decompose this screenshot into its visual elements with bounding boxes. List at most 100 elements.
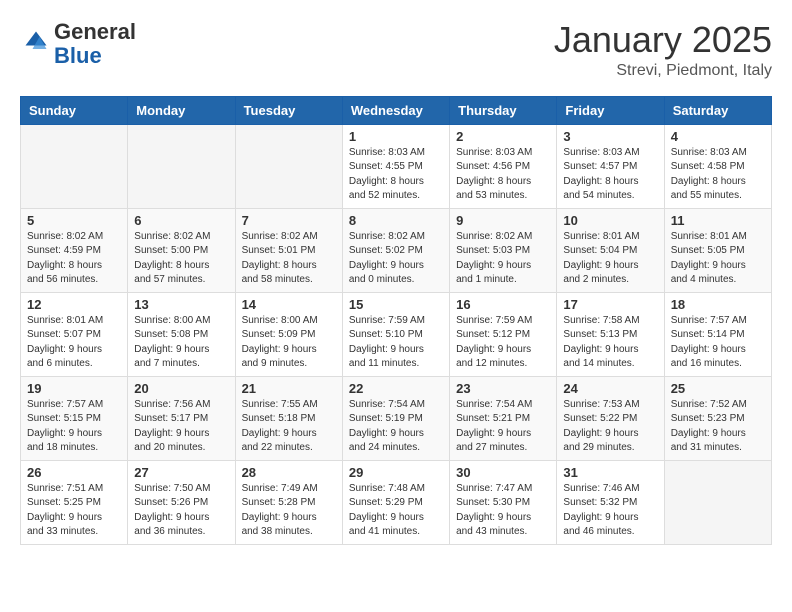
calendar-cell: 24 Sunrise: 7:53 AM Sunset: 5:22 PM Dayli…: [557, 376, 664, 460]
day-number: 15: [349, 297, 443, 312]
weekday-header-sunday: Sunday: [21, 96, 128, 124]
day-number: 1: [349, 129, 443, 144]
day-info: Sunrise: 8:02 AM Sunset: 5:03 PM Dayligh…: [456, 230, 550, 288]
day-info: Sunrise: 8:02 AM Sunset: 5:02 PM Dayligh…: [349, 230, 443, 288]
day-info: Sunrise: 7:58 AM Sunset: 5:13 PM Dayligh…: [563, 314, 657, 372]
calendar-cell: [21, 124, 128, 208]
weekday-header-thursday: Thursday: [450, 96, 557, 124]
calendar-cell: 3 Sunrise: 8:03 AM Sunset: 4:57 PM Daylig…: [557, 124, 664, 208]
day-info: Sunrise: 8:02 AM Sunset: 5:00 PM Dayligh…: [134, 230, 228, 288]
day-info: Sunrise: 7:47 AM Sunset: 5:30 PM Dayligh…: [456, 482, 550, 540]
title-block: January 2025 Strevi, Piedmont, Italy: [554, 20, 772, 80]
day-number: 13: [134, 297, 228, 312]
page-header: General Blue January 2025 Strevi, Piedmo…: [20, 20, 772, 80]
calendar-cell: 6 Sunrise: 8:02 AM Sunset: 5:00 PM Daylig…: [128, 208, 235, 292]
day-info: Sunrise: 7:59 AM Sunset: 5:10 PM Dayligh…: [349, 314, 443, 372]
calendar-cell: 30 Sunrise: 7:47 AM Sunset: 5:30 PM Dayli…: [450, 460, 557, 544]
day-info: Sunrise: 7:46 AM Sunset: 5:32 PM Dayligh…: [563, 482, 657, 540]
logo-blue-text: Blue: [54, 43, 102, 68]
calendar-cell: 31 Sunrise: 7:46 AM Sunset: 5:32 PM Dayli…: [557, 460, 664, 544]
calendar-subtitle: Strevi, Piedmont, Italy: [554, 62, 772, 80]
day-info: Sunrise: 7:50 AM Sunset: 5:26 PM Dayligh…: [134, 482, 228, 540]
calendar-cell: 8 Sunrise: 8:02 AM Sunset: 5:02 PM Daylig…: [342, 208, 449, 292]
day-info: Sunrise: 7:54 AM Sunset: 5:19 PM Dayligh…: [349, 398, 443, 456]
day-number: 16: [456, 297, 550, 312]
weekday-header-tuesday: Tuesday: [235, 96, 342, 124]
calendar-cell: 23Sunrise: 7:54 AM Sunset: 5:21 PM Dayli…: [450, 376, 557, 460]
calendar-cell: 13Sunrise: 8:00 AM Sunset: 5:08 PM Dayli…: [128, 292, 235, 376]
day-info: Sunrise: 7:56 AM Sunset: 5:17 PM Dayligh…: [134, 398, 228, 456]
day-info: Sunrise: 7:52 AM Sunset: 5:23 PM Dayligh…: [671, 398, 765, 456]
day-number: 18: [671, 297, 765, 312]
day-number: 8: [349, 213, 443, 228]
weekday-header-row: SundayMondayTuesdayWednesdayThursdayFrid…: [21, 96, 772, 124]
calendar-cell: 2 Sunrise: 8:03 AM Sunset: 4:56 PM Daylig…: [450, 124, 557, 208]
calendar-week-row: 19 Sunrise: 7:57 AM Sunset: 5:15 PM Dayli…: [21, 376, 772, 460]
calendar-cell: 26Sunrise: 7:51 AM Sunset: 5:25 PM Dayli…: [21, 460, 128, 544]
day-number: 9: [456, 213, 550, 228]
weekday-header-saturday: Saturday: [664, 96, 771, 124]
calendar-cell: [664, 460, 771, 544]
day-info: Sunrise: 8:03 AM Sunset: 4:58 PM Dayligh…: [671, 146, 765, 204]
day-number: 3: [563, 129, 657, 144]
day-info: Sunrise: 8:03 AM Sunset: 4:55 PM Dayligh…: [349, 146, 443, 204]
day-number: 11: [671, 213, 765, 228]
calendar-cell: 18 Sunrise: 7:57 AM Sunset: 5:14 PM Dayli…: [664, 292, 771, 376]
day-number: 21: [242, 381, 336, 396]
calendar-cell: [235, 124, 342, 208]
day-number: 19: [27, 381, 121, 396]
day-info: Sunrise: 8:01 AM Sunset: 5:07 PM Dayligh…: [27, 314, 121, 372]
calendar-week-row: 5 Sunrise: 8:02 AM Sunset: 4:59 PM Daylig…: [21, 208, 772, 292]
logo: General Blue: [20, 20, 136, 68]
day-number: 27: [134, 465, 228, 480]
day-info: Sunrise: 7:51 AM Sunset: 5:25 PM Dayligh…: [27, 482, 121, 540]
day-number: 30: [456, 465, 550, 480]
calendar-cell: 19 Sunrise: 7:57 AM Sunset: 5:15 PM Dayli…: [21, 376, 128, 460]
day-info: Sunrise: 8:03 AM Sunset: 4:56 PM Dayligh…: [456, 146, 550, 204]
calendar-cell: 9 Sunrise: 8:02 AM Sunset: 5:03 PM Daylig…: [450, 208, 557, 292]
day-info: Sunrise: 8:03 AM Sunset: 4:57 PM Dayligh…: [563, 146, 657, 204]
day-number: 7: [242, 213, 336, 228]
calendar-cell: 25 Sunrise: 7:52 AM Sunset: 5:23 PM Dayli…: [664, 376, 771, 460]
calendar-cell: 27 Sunrise: 7:50 AM Sunset: 5:26 PM Dayli…: [128, 460, 235, 544]
calendar-cell: 12Sunrise: 8:01 AM Sunset: 5:07 PM Dayli…: [21, 292, 128, 376]
day-number: 28: [242, 465, 336, 480]
calendar-week-row: 1 Sunrise: 8:03 AM Sunset: 4:55 PM Daylig…: [21, 124, 772, 208]
calendar-cell: 15 Sunrise: 7:59 AM Sunset: 5:10 PM Dayli…: [342, 292, 449, 376]
day-info: Sunrise: 7:49 AM Sunset: 5:28 PM Dayligh…: [242, 482, 336, 540]
day-number: 22: [349, 381, 443, 396]
day-number: 4: [671, 129, 765, 144]
day-info: Sunrise: 7:48 AM Sunset: 5:29 PM Dayligh…: [349, 482, 443, 540]
calendar-table: SundayMondayTuesdayWednesdayThursdayFrid…: [20, 96, 772, 545]
day-number: 31: [563, 465, 657, 480]
calendar-cell: 28 Sunrise: 7:49 AM Sunset: 5:28 PM Dayli…: [235, 460, 342, 544]
day-number: 17: [563, 297, 657, 312]
day-number: 24: [563, 381, 657, 396]
logo-icon: [22, 28, 50, 56]
day-number: 29: [349, 465, 443, 480]
day-number: 5: [27, 213, 121, 228]
calendar-cell: 7Sunrise: 8:02 AM Sunset: 5:01 PM Daylig…: [235, 208, 342, 292]
day-number: 20: [134, 381, 228, 396]
day-info: Sunrise: 7:57 AM Sunset: 5:14 PM Dayligh…: [671, 314, 765, 372]
calendar-cell: 20 Sunrise: 7:56 AM Sunset: 5:17 PM Dayli…: [128, 376, 235, 460]
calendar-title: January 2025: [554, 20, 772, 60]
day-info: Sunrise: 7:57 AM Sunset: 5:15 PM Dayligh…: [27, 398, 121, 456]
calendar-week-row: 12Sunrise: 8:01 AM Sunset: 5:07 PM Dayli…: [21, 292, 772, 376]
calendar-cell: 16Sunrise: 7:59 AM Sunset: 5:12 PM Dayli…: [450, 292, 557, 376]
day-info: Sunrise: 8:01 AM Sunset: 5:05 PM Dayligh…: [671, 230, 765, 288]
day-info: Sunrise: 7:55 AM Sunset: 5:18 PM Dayligh…: [242, 398, 336, 456]
day-info: Sunrise: 8:01 AM Sunset: 5:04 PM Dayligh…: [563, 230, 657, 288]
calendar-cell: 1 Sunrise: 8:03 AM Sunset: 4:55 PM Daylig…: [342, 124, 449, 208]
calendar-cell: 5 Sunrise: 8:02 AM Sunset: 4:59 PM Daylig…: [21, 208, 128, 292]
weekday-header-monday: Monday: [128, 96, 235, 124]
day-number: 25: [671, 381, 765, 396]
calendar-cell: 14 Sunrise: 8:00 AM Sunset: 5:09 PM Dayli…: [235, 292, 342, 376]
day-number: 6: [134, 213, 228, 228]
day-info: Sunrise: 8:02 AM Sunset: 4:59 PM Dayligh…: [27, 230, 121, 288]
day-info: Sunrise: 7:53 AM Sunset: 5:22 PM Dayligh…: [563, 398, 657, 456]
day-number: 2: [456, 129, 550, 144]
calendar-cell: 4 Sunrise: 8:03 AM Sunset: 4:58 PM Daylig…: [664, 124, 771, 208]
day-number: 14: [242, 297, 336, 312]
day-info: Sunrise: 8:00 AM Sunset: 5:09 PM Dayligh…: [242, 314, 336, 372]
